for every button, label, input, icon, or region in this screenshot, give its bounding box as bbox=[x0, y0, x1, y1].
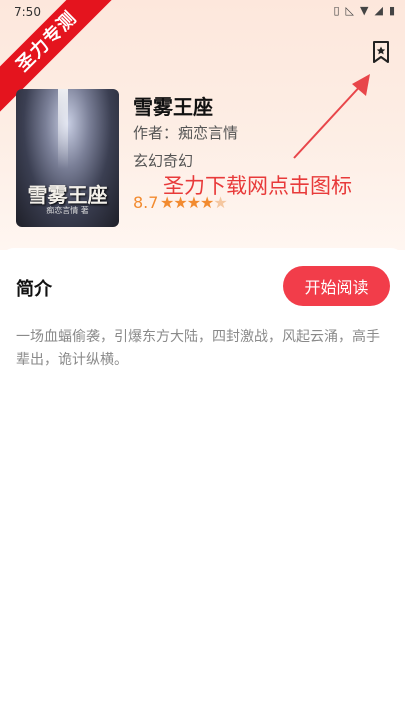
cover-title: 雪雾王座 bbox=[27, 183, 108, 207]
battery-icon: ▮ bbox=[388, 4, 395, 17]
wifi-icon: ▼ bbox=[360, 4, 369, 17]
vibrate-icon: ▯ bbox=[333, 4, 340, 17]
intro-title: 简介 bbox=[16, 279, 52, 300]
book-genre: 玄幻奇幻 bbox=[133, 152, 194, 170]
start-reading-button[interactable]: 开始阅读 bbox=[283, 266, 390, 306]
bookmark-button[interactable] bbox=[369, 40, 393, 64]
book-title: 雪雾王座 bbox=[133, 95, 213, 119]
signal-icon: ◢ bbox=[374, 4, 383, 17]
book-author: 作者：痴恋言情 bbox=[133, 124, 239, 142]
rating-value: 8.7 bbox=[133, 193, 159, 212]
no-sim-icon: ◺ bbox=[345, 4, 354, 17]
annotation-text: 圣力下载网点击图标 bbox=[163, 174, 352, 198]
status-time: 7:50 bbox=[14, 5, 41, 19]
bookmark-star-icon bbox=[373, 41, 389, 63]
book-cover[interactable]: 雪雾王座 痴恋言情 著 bbox=[16, 89, 119, 227]
annotation-arrow bbox=[293, 74, 370, 159]
cover-light-beam bbox=[58, 89, 68, 169]
book-summary: 一场血蝠偷袭，引爆东方大陆，四封激战，风起云涌，高手辈出，诡计纵横。 bbox=[16, 329, 380, 368]
cover-author: 痴恋言情 著 bbox=[46, 206, 89, 215]
status-icons: ▯ ◺ ▼ ◢ ▮ bbox=[333, 4, 395, 17]
content-card bbox=[0, 248, 405, 720]
